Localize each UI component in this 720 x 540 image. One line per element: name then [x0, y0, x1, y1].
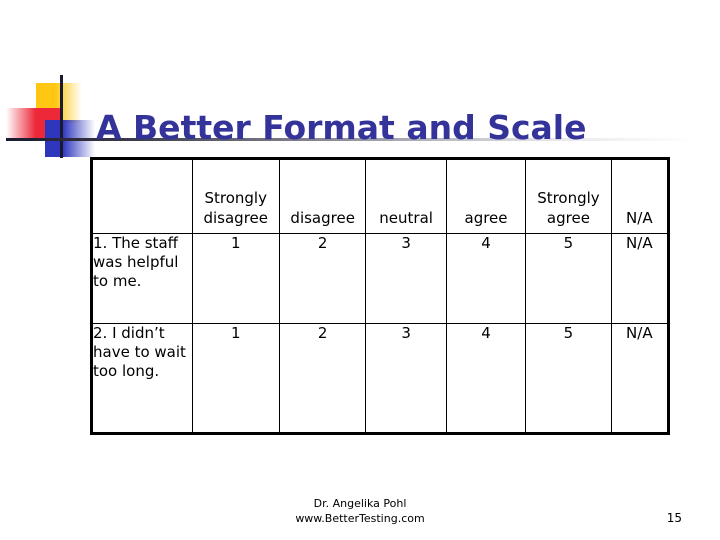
scale-option[interactable]: 5 — [525, 233, 612, 324]
scale-option-na[interactable]: N/A — [610, 323, 670, 434]
scale-option[interactable]: 2 — [278, 233, 367, 324]
header-cell-strongly-disagree: Strongly disagree — [191, 158, 280, 234]
header-cell-blank — [91, 158, 193, 234]
scale-option-na[interactable]: N/A — [610, 233, 670, 324]
scale-option[interactable]: 3 — [365, 233, 447, 324]
table-row: 1. The staff was helpful to me. 1 2 3 4 … — [91, 233, 670, 324]
header-cell-neutral: neutral — [365, 158, 447, 234]
footer-author: Dr. Angelika Pohl — [313, 497, 407, 510]
header-cell-disagree: disagree — [278, 158, 367, 234]
scale-option[interactable]: 1 — [191, 323, 280, 434]
scale-option[interactable]: 3 — [365, 323, 447, 434]
slide-footer: Dr. Angelika Pohl www.BetterTesting.com — [0, 496, 720, 526]
scale-option[interactable]: 1 — [191, 233, 280, 324]
scale-option[interactable]: 5 — [525, 323, 612, 434]
scale-option[interactable]: 2 — [278, 323, 367, 434]
survey-scale-table: Strongly disagree disagree neutral agree… — [90, 157, 670, 435]
table-header-row: Strongly disagree disagree neutral agree… — [91, 158, 670, 234]
scale-option[interactable]: 4 — [445, 233, 527, 324]
question-text: 1. The staff was helpful to me. — [91, 233, 193, 324]
logo-vertical-line — [60, 75, 63, 158]
question-text: 2. I didn’t have to wait too long. — [91, 323, 193, 434]
footer-website: www.BetterTesting.com — [295, 512, 425, 525]
table-row: 2. I didn’t have to wait too long. 1 2 3… — [91, 323, 670, 434]
survey-table-container: Strongly disagree disagree neutral agree… — [90, 157, 670, 435]
header-cell-na: N/A — [610, 158, 670, 234]
page-title: A Better Format and Scale — [96, 108, 587, 148]
header-cell-agree: agree — [445, 158, 527, 234]
scale-option[interactable]: 4 — [445, 323, 527, 434]
page-number: 15 — [666, 511, 682, 525]
header-cell-strongly-agree: Strongly agree — [525, 158, 612, 234]
